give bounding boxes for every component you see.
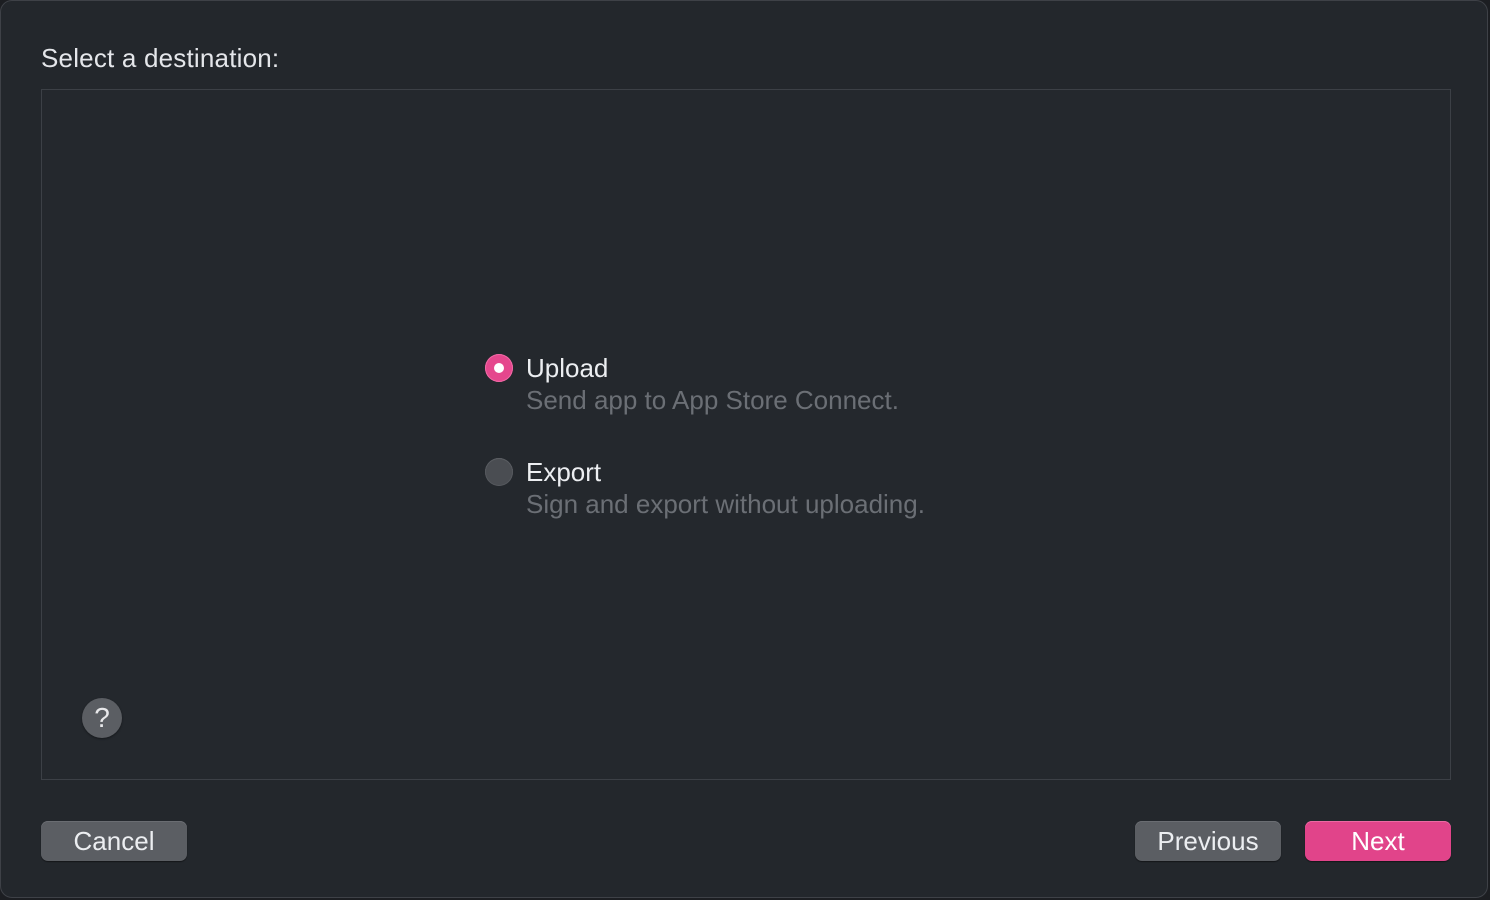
upload-option-title: Upload xyxy=(526,353,609,383)
help-icon[interactable]: ? xyxy=(82,698,122,738)
distribution-dialog: Select a destination: Upload Send app to… xyxy=(0,0,1488,898)
cancel-button[interactable]: Cancel xyxy=(41,821,187,861)
next-button[interactable]: Next xyxy=(1305,821,1451,861)
destination-panel: Upload Send app to App Store Connect. Ex… xyxy=(41,89,1451,780)
upload-radio-button[interactable] xyxy=(485,354,513,382)
export-radio-button[interactable] xyxy=(485,458,513,486)
upload-option-text: Upload Send app to App Store Connect. xyxy=(526,352,899,416)
upload-option[interactable]: Upload Send app to App Store Connect. xyxy=(485,352,899,416)
export-option-title: Export xyxy=(526,457,602,487)
dialog-heading: Select a destination: xyxy=(41,43,280,73)
upload-option-description: Send app to App Store Connect. xyxy=(526,385,899,415)
previous-button[interactable]: Previous xyxy=(1135,821,1281,861)
export-option[interactable]: Export Sign and export without uploading… xyxy=(485,456,925,520)
export-option-description: Sign and export without uploading. xyxy=(526,489,925,519)
export-option-text: Export Sign and export without uploading… xyxy=(526,456,925,520)
